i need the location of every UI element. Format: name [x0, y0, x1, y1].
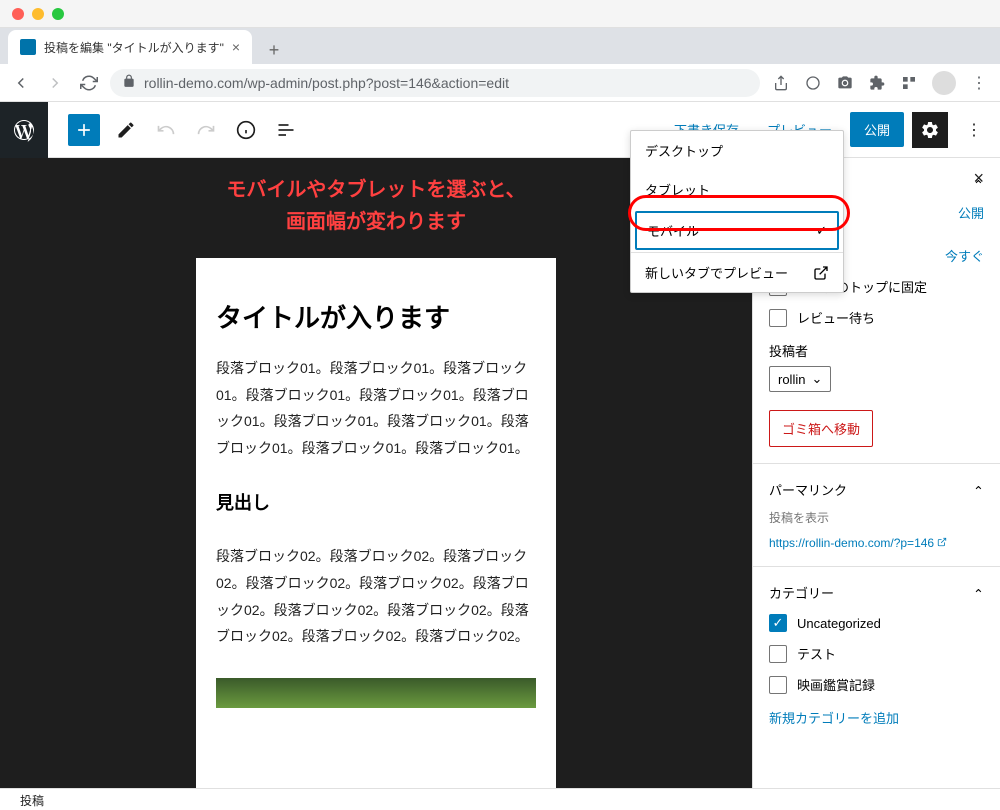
close-sidebar-button[interactable]: ×	[973, 168, 984, 189]
author-label: 投稿者	[769, 341, 984, 360]
redo-button[interactable]	[188, 112, 224, 148]
external-link-icon	[813, 265, 829, 281]
minimize-window-button[interactable]	[32, 8, 44, 20]
paragraph-block-1[interactable]: 段落ブロック01。段落ブロック01。段落ブロック01。段落ブロック01。段落ブロ…	[216, 355, 536, 461]
preview-new-tab-option[interactable]: 新しいタブでプレビュー	[631, 253, 843, 292]
back-button[interactable]	[12, 74, 30, 92]
view-post-label: 投稿を表示	[769, 509, 984, 526]
category-movie-checkbox[interactable]	[769, 676, 787, 694]
lock-icon	[122, 74, 136, 91]
chevron-up-icon: ⌄	[973, 482, 984, 498]
category-section-header[interactable]: カテゴリー ⌄	[769, 583, 984, 602]
chevron-up-icon: ⌄	[973, 585, 984, 601]
permalink-section-header[interactable]: パーマリンク ⌄	[769, 480, 984, 499]
pending-review-checkbox[interactable]	[769, 309, 787, 327]
preview-desktop-option[interactable]: デスクトップ	[631, 131, 843, 170]
share-icon[interactable]	[772, 74, 790, 92]
add-category-link[interactable]: 新規カテゴリーを追加	[769, 708, 899, 727]
maximize-window-button[interactable]	[52, 8, 64, 20]
apps-icon[interactable]	[900, 74, 918, 92]
edit-mode-icon[interactable]	[108, 112, 144, 148]
extension-icon[interactable]	[868, 74, 886, 92]
undo-button[interactable]	[148, 112, 184, 148]
settings-button[interactable]	[912, 112, 948, 148]
browser-tab-bar: 投稿を編集 "タイトルが入ります" × +	[0, 28, 1000, 64]
chevron-down-icon: ⌄	[811, 371, 822, 387]
profile-avatar[interactable]	[932, 71, 956, 95]
mobile-preview-frame[interactable]: タイトルが入ります 段落ブロック01。段落ブロック01。段落ブロック01。段落ブ…	[196, 258, 556, 788]
check-icon: ✓	[816, 223, 827, 239]
pending-label: レビュー待ち	[797, 308, 875, 327]
category-label: テスト	[797, 644, 836, 663]
outline-button[interactable]	[268, 112, 304, 148]
category-uncategorized-checkbox[interactable]: ✓	[769, 614, 787, 632]
author-select[interactable]: rollin ⌄	[769, 366, 831, 392]
category-label: Uncategorized	[797, 616, 881, 631]
post-title[interactable]: タイトルが入ります	[216, 298, 536, 335]
heading-block[interactable]: 見出し	[216, 489, 536, 515]
browser-address-bar: rollin-demo.com/wp-admin/post.php?post=1…	[0, 64, 1000, 102]
wordpress-logo[interactable]	[0, 102, 48, 158]
paragraph-block-2[interactable]: 段落ブロック02。段落ブロック02。段落ブロック02。段落ブロック02。段落ブロ…	[216, 543, 536, 649]
publish-button[interactable]: 公開	[850, 112, 904, 147]
menu-dots-icon[interactable]: ⋮	[970, 74, 988, 92]
preview-tablet-option[interactable]: タブレット	[631, 170, 843, 209]
move-to-trash-button[interactable]: ゴミ箱へ移動	[769, 410, 873, 447]
url-bar[interactable]: rollin-demo.com/wp-admin/post.php?post=1…	[110, 69, 760, 97]
wp-editor-toolbar: 下書き保存 プレビュー 公開 ⋮	[0, 102, 1000, 158]
reload-button[interactable]	[80, 74, 98, 92]
preview-mobile-option[interactable]: モバイル ✓	[635, 211, 839, 250]
forward-button[interactable]	[46, 74, 64, 92]
tab-title: 投稿を編集 "タイトルが入ります"	[44, 39, 224, 56]
visibility-link[interactable]: 公開	[958, 206, 984, 221]
favicon-icon	[20, 39, 36, 55]
preview-dropdown: デスクトップ タブレット モバイル ✓ 新しいタブでプレビュー	[630, 130, 844, 293]
camera-icon[interactable]	[836, 74, 854, 92]
new-tab-button[interactable]: +	[260, 36, 288, 64]
browser-tab[interactable]: 投稿を編集 "タイトルが入ります" ×	[8, 30, 252, 64]
url-text: rollin-demo.com/wp-admin/post.php?post=1…	[144, 75, 509, 91]
schedule-link[interactable]: 今すぐ	[945, 249, 984, 264]
info-button[interactable]	[228, 112, 264, 148]
circle-icon[interactable]	[804, 74, 822, 92]
annotation-text: モバイルやタブレットを選ぶと、 画面幅が変わります	[226, 174, 525, 238]
close-tab-icon[interactable]: ×	[232, 39, 240, 55]
close-window-button[interactable]	[12, 8, 24, 20]
permalink-url[interactable]: https://rollin-demo.com/?p=146	[769, 536, 947, 550]
add-block-button[interactable]	[68, 114, 100, 146]
more-options-button[interactable]: ⋮	[956, 112, 992, 148]
category-test-checkbox[interactable]	[769, 645, 787, 663]
image-block[interactable]	[216, 678, 536, 708]
breadcrumb-footer[interactable]: 投稿	[0, 788, 1000, 810]
mac-titlebar	[0, 0, 1000, 28]
category-label: 映画鑑賞記録	[797, 675, 875, 694]
